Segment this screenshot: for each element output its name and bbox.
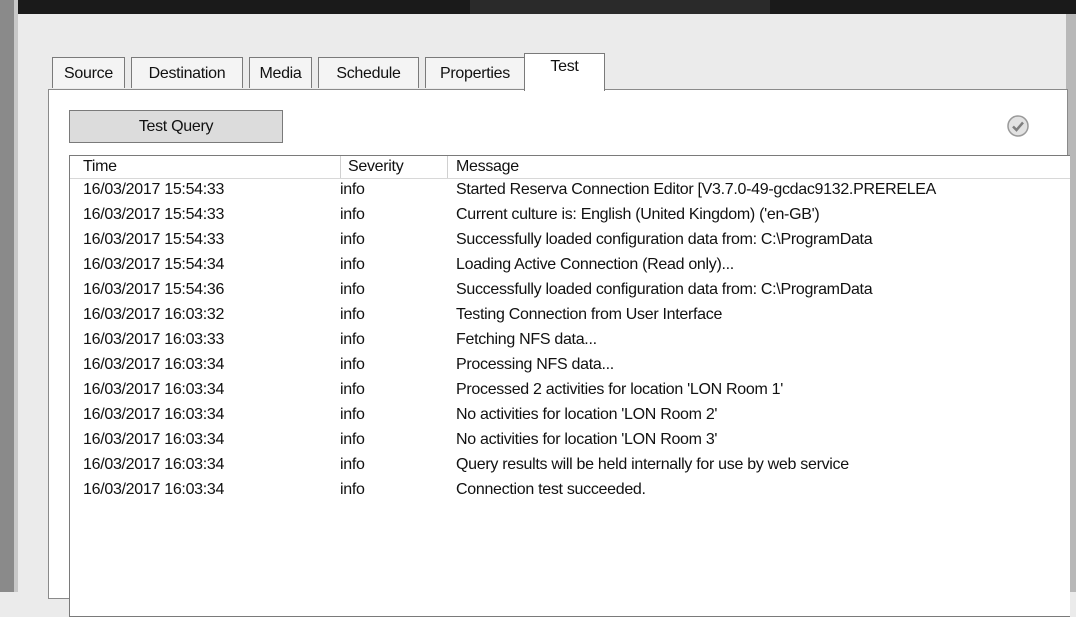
log-row[interactable]: 16/03/2017 16:03:34 info No activities f… xyxy=(70,404,1070,429)
log-time: 16/03/2017 16:03:34 xyxy=(83,456,225,473)
log-time: 16/03/2017 16:03:34 xyxy=(83,356,225,373)
log-severity: info xyxy=(340,256,365,273)
log-message: Loading Active Connection (Read only)... xyxy=(456,256,734,273)
test-tab-panel: Test Query Time Severity Message 16/03/2… xyxy=(48,89,1070,617)
log-message: Successfully loaded configuration data f… xyxy=(456,281,873,298)
log-severity: info xyxy=(340,331,365,348)
log-severity: info xyxy=(340,431,365,448)
log-row[interactable]: 16/03/2017 16:03:34 info Connection test… xyxy=(70,479,1070,504)
test-query-button[interactable]: Test Query xyxy=(69,110,283,143)
log-row[interactable]: 16/03/2017 15:54:33 info Current culture… xyxy=(70,204,1070,229)
log-message: Testing Connection from User Interface xyxy=(456,306,723,323)
column-header-message[interactable]: Message xyxy=(456,156,519,178)
log-severity: info xyxy=(340,181,365,198)
log-time: 16/03/2017 15:54:33 xyxy=(83,206,225,223)
log-time: 16/03/2017 16:03:34 xyxy=(83,381,225,398)
tab-schedule[interactable]: Schedule xyxy=(318,57,419,88)
check-circle-icon xyxy=(1007,115,1029,137)
log-row[interactable]: 16/03/2017 16:03:34 info Processed 2 act… xyxy=(70,379,1070,404)
log-time: 16/03/2017 16:03:34 xyxy=(83,481,225,498)
log-time: 16/03/2017 15:54:33 xyxy=(83,181,225,198)
log-severity: info xyxy=(340,231,365,248)
log-message: No activities for location 'LON Room 3' xyxy=(456,431,718,448)
log-severity: info xyxy=(340,406,365,423)
column-separator[interactable] xyxy=(447,156,448,178)
log-message: Connection test succeeded. xyxy=(456,481,646,498)
column-header-time[interactable]: Time xyxy=(83,156,117,178)
log-severity: info xyxy=(340,381,365,398)
log-severity: info xyxy=(340,356,365,373)
log-row[interactable]: 16/03/2017 16:03:34 info No activities f… xyxy=(70,429,1070,454)
log-time: 16/03/2017 16:03:33 xyxy=(83,331,225,348)
log-row[interactable]: 16/03/2017 15:54:34 info Loading Active … xyxy=(70,254,1070,279)
log-message: Started Reserva Connection Editor [V3.7.… xyxy=(456,181,937,198)
log-time: 16/03/2017 15:54:34 xyxy=(83,256,225,273)
tab-properties[interactable]: Properties xyxy=(425,57,525,88)
log-row[interactable]: 16/03/2017 16:03:34 info Query results w… xyxy=(70,454,1070,479)
log-table[interactable]: Time Severity Message 16/03/2017 15:54:3… xyxy=(69,155,1070,617)
log-row[interactable]: 16/03/2017 16:03:34 info Processing NFS … xyxy=(70,354,1070,379)
tab-media[interactable]: Media xyxy=(249,57,312,88)
window-left-frame xyxy=(0,0,14,592)
log-severity: info xyxy=(340,481,365,498)
log-time: 16/03/2017 16:03:34 xyxy=(83,406,225,423)
log-message: Fetching NFS data... xyxy=(456,331,597,348)
log-time: 16/03/2017 16:03:32 xyxy=(83,306,225,323)
log-severity: info xyxy=(340,206,365,223)
column-separator[interactable] xyxy=(340,156,341,178)
log-time: 16/03/2017 15:54:36 xyxy=(83,281,225,298)
log-message: Current culture is: English (United King… xyxy=(456,206,820,223)
log-table-header: Time Severity Message xyxy=(70,156,1070,179)
log-row[interactable]: 16/03/2017 15:54:36 info Successfully lo… xyxy=(70,279,1070,304)
window-top-bar-stripe xyxy=(470,0,770,14)
log-row[interactable]: 16/03/2017 15:54:33 info Successfully lo… xyxy=(70,229,1070,254)
log-time: 16/03/2017 15:54:33 xyxy=(83,231,225,248)
tab-source[interactable]: Source xyxy=(52,57,125,88)
window-left-frame-inner xyxy=(14,0,18,592)
log-time: 16/03/2017 16:03:34 xyxy=(83,431,225,448)
log-row[interactable]: 16/03/2017 16:03:33 info Fetching NFS da… xyxy=(70,329,1070,354)
log-message: Processing NFS data... xyxy=(456,356,614,373)
log-message: No activities for location 'LON Room 2' xyxy=(456,406,718,423)
log-severity: info xyxy=(340,306,365,323)
log-message: Processed 2 activities for location 'LON… xyxy=(456,381,783,398)
column-header-severity[interactable]: Severity xyxy=(348,156,404,178)
tab-destination[interactable]: Destination xyxy=(131,57,243,88)
window-top-bar xyxy=(0,0,1076,14)
log-message: Successfully loaded configuration data f… xyxy=(456,231,873,248)
log-message: Query results will be held internally fo… xyxy=(456,456,849,473)
tab-test[interactable]: Test xyxy=(524,53,605,91)
log-severity: info xyxy=(340,456,365,473)
log-row[interactable]: 16/03/2017 15:54:33 info Started Reserva… xyxy=(70,179,1070,204)
log-row[interactable]: 16/03/2017 16:03:32 info Testing Connect… xyxy=(70,304,1070,329)
log-severity: info xyxy=(340,281,365,298)
